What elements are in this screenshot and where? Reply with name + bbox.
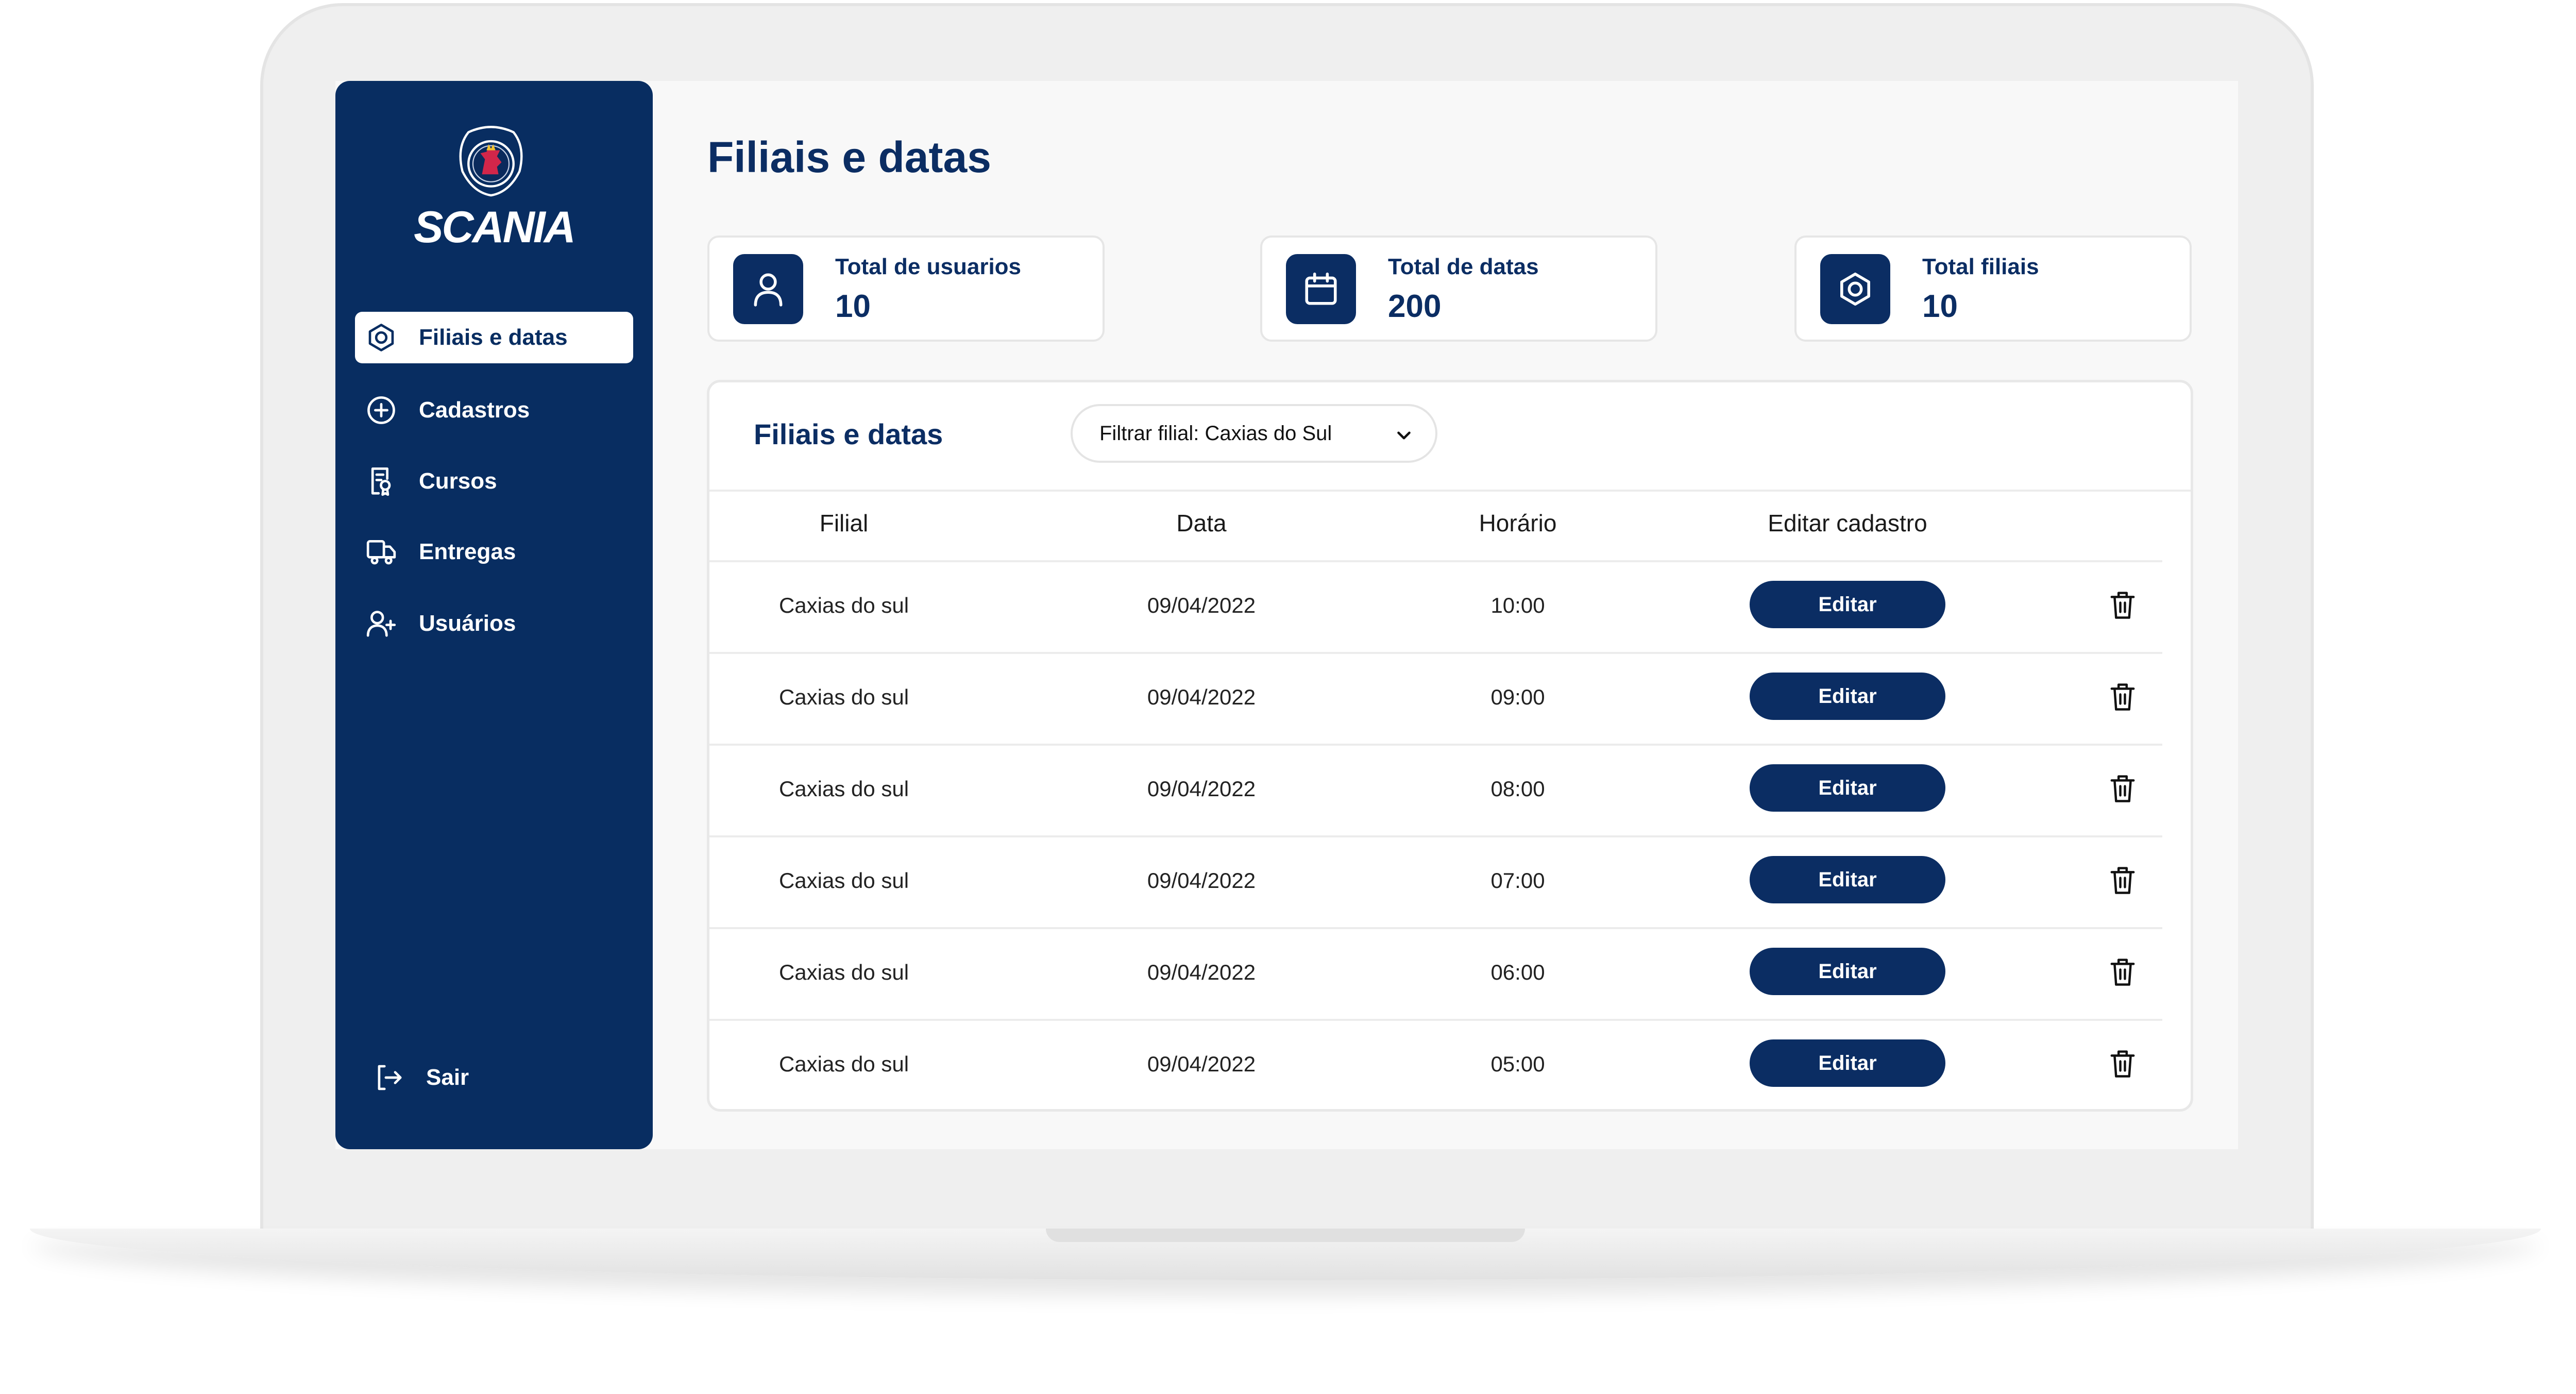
edit-button[interactable]: Editar [1750,1039,1945,1087]
stat-icon-box [733,254,803,324]
cell-filial: Caxias do sul [778,960,909,984]
trash-icon[interactable] [2109,1049,2137,1079]
stat-card-filiais: Total filiais 10 [1794,236,2192,342]
column-header-editar: Editar cadastro [1768,510,1927,536]
table-title: Filiais e datas [754,418,943,450]
stat-card-usuarios: Total de usuarios 10 [707,236,1105,342]
calendar-icon [1305,272,1337,305]
sidebar-item-label: Cursos [419,468,497,494]
sidebar: SCANIA Filiais e datas Cadastros Cursos … [335,81,653,1149]
edit-button[interactable]: Editar [1750,673,1945,720]
user-icon [754,273,783,307]
cell-data: 09/04/2022 [1147,685,1256,709]
table-row: Caxias do sul 09/04/2022 08:00 Editar [709,744,2162,835]
stat-value: 10 [1922,289,1958,324]
stat-label: Total de usuarios [835,254,1022,279]
row-divider [709,1019,2162,1021]
table-row: Caxias do sul 09/04/2022 10:00 Editar [709,560,2162,652]
sidebar-item-label: Entregas [419,539,516,564]
edit-button[interactable]: Editar [1750,948,1945,995]
cell-data: 09/04/2022 [1147,777,1256,801]
cell-data: 09/04/2022 [1147,960,1256,984]
header-divider [709,490,2191,492]
logout-label: Sair [426,1065,469,1090]
cell-horario: 08:00 [1490,777,1545,801]
edit-button[interactable]: Editar [1750,764,1945,812]
stat-card-datas: Total de datas 200 [1260,236,1657,342]
trash-icon[interactable] [2109,774,2137,803]
cell-filial: Caxias do sul [778,868,909,893]
stat-value: 10 [835,289,871,324]
cell-filial: Caxias do sul [778,1052,909,1076]
logout-button[interactable]: Sair [362,1052,640,1103]
cell-data: 09/04/2022 [1147,1052,1256,1076]
row-divider [709,560,2162,562]
sidebar-item-filiais[interactable]: Filiais e datas [355,312,633,363]
row-divider [709,927,2162,929]
trash-icon[interactable] [2109,865,2137,895]
cell-filial: Caxias do sul [778,685,909,709]
trash-icon[interactable] [2109,682,2137,712]
row-divider [709,744,2162,746]
scania-emblem-icon [459,126,523,197]
trash-icon[interactable] [2109,957,2137,987]
trash-icon[interactable] [2109,590,2137,620]
logout-icon [378,1065,402,1090]
edit-button[interactable]: Editar [1750,856,1945,903]
cell-filial: Caxias do sul [778,777,909,801]
cell-horario: 07:00 [1490,868,1545,893]
truck-icon [366,540,396,565]
stat-icon-box [1286,254,1356,324]
stat-label: Total de datas [1388,254,1539,279]
cell-horario: 05:00 [1490,1052,1545,1076]
stat-icon-box [1820,254,1890,324]
cell-horario: 09:00 [1490,685,1545,709]
stat-value: 200 [1388,289,1442,324]
table-row: Caxias do sul 09/04/2022 07:00 Editar [709,835,2162,927]
cell-horario: 10:00 [1490,593,1545,617]
cell-data: 09/04/2022 [1147,868,1256,893]
laptop-notch [1046,1229,1525,1242]
filter-label: Filtrar filial: Caxias do Sul [1099,422,1332,445]
branch-filter-select[interactable]: Filtrar filial: Caxias do Sul [1071,404,1437,463]
cell-horario: 06:00 [1490,960,1545,984]
sidebar-item-label: Usuários [419,611,516,636]
sidebar-item-label: Filiais e datas [419,325,568,350]
stat-label: Total filiais [1922,254,2039,279]
store-icon [368,324,394,351]
row-divider [709,835,2162,837]
certificate-icon [371,467,391,496]
page-title: Filiais e datas [707,133,991,181]
sidebar-item-cursos[interactable]: Cursos [355,456,633,507]
sidebar-item-label: Cadastros [419,397,530,423]
chevron-down-icon [1397,431,1411,440]
sidebar-item-entregas[interactable]: Entregas [355,526,633,578]
column-header-data: Data [1176,510,1227,536]
table-row: Caxias do sul 09/04/2022 05:00 Editar [709,1019,2162,1111]
app-screen: SCANIA Filiais e datas Cadastros Cursos … [335,81,2238,1149]
edit-button[interactable]: Editar [1750,581,1945,628]
store-icon [1840,272,1870,306]
table-row: Caxias do sul 09/04/2022 06:00 Editar [709,927,2162,1019]
cell-data: 09/04/2022 [1147,593,1256,617]
plus-circle-icon [367,396,395,424]
cell-filial: Caxias do sul [778,593,909,617]
sidebar-item-usuarios[interactable]: Usuários [355,598,633,649]
row-divider [709,652,2162,654]
sidebar-item-cadastros[interactable]: Cadastros [355,384,633,436]
add-user-icon [366,611,396,637]
column-header-horario: Horário [1479,510,1557,536]
column-header-filial: Filial [819,510,869,536]
branches-table-card: Filiais e datas Filtrar filial: Caxias d… [707,380,2193,1112]
brand-logo: SCANIA [414,203,576,252]
table-row: Caxias do sul 09/04/2022 09:00 Editar [709,652,2162,744]
